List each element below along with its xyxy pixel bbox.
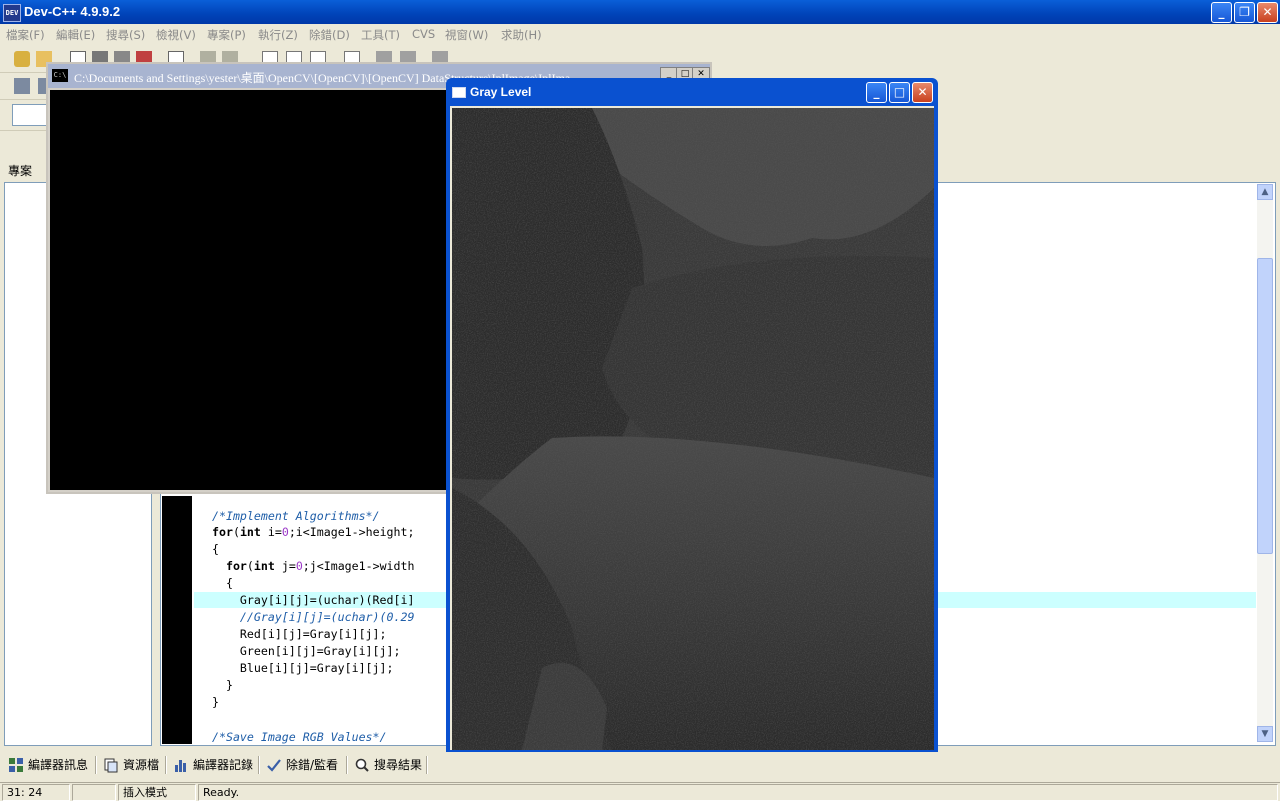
code-line: /*Save Image RGB Values*/ [212, 730, 387, 744]
restore-button[interactable]: ❐ [1234, 2, 1255, 23]
code-line-current: Gray[i][j]=(uchar)(Red[i] [212, 593, 415, 607]
new-project-icon[interactable] [14, 51, 30, 67]
code-line: /*Implement Algorithms*/ [212, 509, 380, 523]
tab-debug-watch[interactable]: 除錯/監看 [264, 755, 338, 775]
scroll-down-icon[interactable]: ▼ [1257, 726, 1273, 742]
code-line: for(int i=0;i<Image1->height; [212, 525, 415, 539]
console-icon: C:\ [52, 69, 68, 82]
bottom-tab-bar: 編譯器訊息 資源檔 編譯器記錄 除錯/監看 搜尋結果 [0, 752, 1280, 778]
code-line: } [212, 678, 233, 692]
main-title-bar: DEV Dev-C++ 4.9.9.2 _ ❐ ✕ [0, 0, 1280, 24]
gray-close-button[interactable]: ✕ [912, 82, 933, 103]
close-button[interactable]: ✕ [1257, 2, 1278, 23]
code-line: for(int j=0;j<Image1->width [225, 559, 415, 573]
tab-search-results[interactable]: 搜尋結果 [352, 755, 422, 775]
gray-maximize-button[interactable]: □ [889, 82, 910, 103]
menu-view[interactable]: 檢視(V) [156, 27, 196, 43]
code-line: Blue[i][j]=Gray[i][j]; [212, 661, 394, 675]
gray-window-title: Gray Level [470, 85, 532, 99]
status-message: Ready. [198, 784, 1278, 801]
scroll-thumb[interactable] [1257, 258, 1273, 554]
menu-search[interactable]: 搜尋(S) [106, 27, 145, 43]
class-dropdown[interactable] [12, 104, 48, 126]
grayscale-landscape-image [452, 108, 934, 750]
status-blank [72, 784, 116, 801]
resource-file-icon [104, 758, 118, 773]
window-icon [452, 87, 466, 98]
status-bar: 31: 24 插入模式 Ready. [0, 782, 1280, 801]
code-line: } [212, 695, 219, 709]
tab-separator [165, 756, 167, 774]
menu-help[interactable]: 求助(H) [501, 27, 542, 43]
checkmark-icon [267, 759, 281, 772]
menu-window[interactable]: 視窗(W) [445, 27, 488, 43]
scroll-up-icon[interactable]: ▲ [1257, 184, 1273, 200]
menu-cvs[interactable]: CVS [412, 27, 435, 41]
editor-vertical-scrollbar[interactable]: ▲ ▼ [1257, 184, 1273, 742]
menu-project[interactable]: 專案(P) [207, 27, 246, 43]
code-line: //Gray[i][j]=(uchar)(0.29 [212, 610, 415, 624]
main-window-title: Dev-C++ 4.9.9.2 [24, 4, 121, 19]
tab-compile-log[interactable]: 編譯器記錄 [171, 755, 253, 775]
app-icon: DEV [3, 4, 21, 22]
menu-debug[interactable]: 除錯(D) [309, 27, 350, 43]
bar-chart-icon [175, 760, 186, 772]
insert-mode: 插入模式 [118, 784, 196, 801]
editor-gutter [162, 496, 192, 744]
menu-file[interactable]: 檔案(F) [6, 27, 45, 43]
tab-compiler-messages[interactable]: 編譯器訊息 [6, 755, 88, 775]
menu-tools[interactable]: 工具(T) [361, 27, 400, 43]
cursor-position: 31: 24 [2, 784, 70, 801]
code-line: Red[i][j]=Gray[i][j]; [212, 627, 387, 641]
tab-separator [346, 756, 348, 774]
menu-execute[interactable]: 執行(Z) [258, 27, 298, 43]
console-output[interactable] [50, 90, 450, 490]
tab-separator [258, 756, 260, 774]
grid-icon [9, 758, 23, 772]
code-line: Green[i][j]=Gray[i][j]; [212, 644, 401, 658]
tab-separator [426, 756, 428, 774]
code-line: { [212, 576, 233, 590]
tab-resources[interactable]: 資源檔 [101, 755, 159, 775]
code-line: { [212, 542, 219, 556]
tab-project[interactable]: 專案 [0, 158, 44, 180]
tab-separator [95, 756, 97, 774]
menu-bar: 檔案(F) 編輯(E) 搜尋(S) 檢視(V) 專案(P) 執行(Z) 除錯(D… [0, 24, 548, 44]
minimize-button[interactable]: _ [1211, 2, 1232, 23]
search-icon [355, 758, 369, 772]
menu-edit[interactable]: 編輯(E) [56, 27, 95, 43]
gray-minimize-button[interactable]: _ [866, 82, 887, 103]
grid-icon[interactable] [14, 78, 30, 94]
